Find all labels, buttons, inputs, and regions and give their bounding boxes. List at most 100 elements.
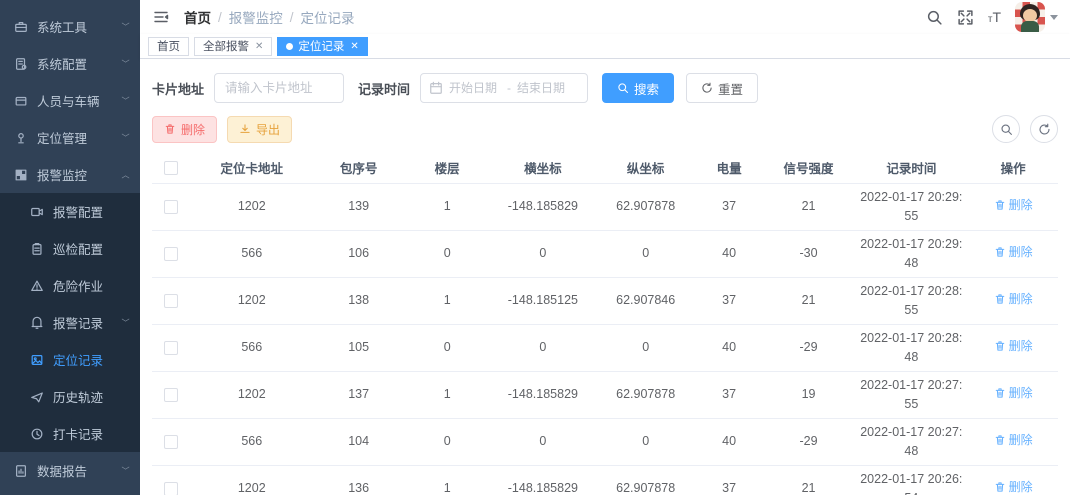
chevron-down-icon: ﹀	[121, 317, 129, 329]
sidebar-item-toolbox[interactable]: 系统工具﹀	[0, 8, 140, 45]
location-manage-icon	[14, 131, 28, 145]
header-search-icon[interactable]	[926, 9, 943, 26]
col-header-battery: 电量	[696, 153, 763, 183]
row-checkbox[interactable]	[164, 388, 178, 402]
sidebar-item-label: 定位记录	[53, 350, 130, 369]
tab-location-records[interactable]: 定位记录 ✕	[277, 37, 367, 56]
row-delete-label: 删除	[1009, 243, 1033, 261]
cell-y: 0	[596, 230, 696, 277]
cell-battery: 37	[696, 277, 763, 324]
sidebar-item-data-report[interactable]: 数据报告﹀	[0, 452, 140, 489]
trash-icon	[164, 123, 176, 135]
cell-x: -148.185829	[490, 371, 596, 418]
tab-all-alarms[interactable]: 全部报警 ✕	[194, 37, 272, 56]
cell-card_address: 1202	[191, 183, 313, 230]
close-icon[interactable]: ✕	[350, 41, 358, 52]
trash-icon	[994, 434, 1006, 446]
sidebar-item-patrol-config[interactable]: 巡检配置	[0, 230, 140, 267]
row-delete-button[interactable]: 删除	[994, 243, 1033, 261]
sidebar-item-alarm-record[interactable]: 报警记录﹀	[0, 304, 140, 341]
sidebar-item-label: 报警记录	[53, 313, 121, 332]
content: 卡片地址 记录时间 - 搜索	[140, 59, 1070, 495]
cell-package_no: 104	[313, 418, 405, 465]
table-search-toggle-button[interactable]	[992, 115, 1020, 143]
font-size-icon[interactable]: тT	[988, 10, 1001, 25]
tab-label: 定位记录	[298, 38, 344, 54]
row-checkbox[interactable]	[164, 294, 178, 308]
cell-package_no: 136	[313, 465, 405, 495]
row-checkbox[interactable]	[164, 435, 178, 449]
sidebar-item-system-config[interactable]: 系统配置﹀	[0, 45, 140, 82]
navbar: 首页 / 报警监控 / 定位记录 тT	[140, 0, 1070, 34]
sidebar-item-location-record[interactable]: 定位记录	[0, 341, 140, 378]
cell-card_address: 1202	[191, 277, 313, 324]
record-time-range-picker[interactable]: -	[420, 73, 588, 103]
sidebar: 系统工具﹀系统配置﹀人员与车辆﹀定位管理﹀报警监控︿报警配置巡检配置危险作业报警…	[0, 0, 140, 495]
cell-package_no: 138	[313, 277, 405, 324]
row-delete-button[interactable]: 删除	[994, 384, 1033, 402]
row-delete-label: 删除	[1009, 290, 1033, 308]
sidebar-item-label: 人员与车辆	[37, 91, 121, 110]
breadcrumb: 首页 / 报警监控 / 定位记录	[184, 7, 355, 27]
close-icon[interactable]: ✕	[255, 41, 263, 52]
breadcrumb-home[interactable]: 首页	[184, 7, 211, 27]
select-all-checkbox[interactable]	[164, 161, 178, 175]
row-delete-label: 删除	[1009, 478, 1033, 495]
fullscreen-icon[interactable]	[957, 9, 974, 26]
table-refresh-button[interactable]	[1030, 115, 1058, 143]
sidebar-item-alarm-monitor[interactable]: 报警监控︿	[0, 156, 140, 193]
cell-x: 0	[490, 418, 596, 465]
row-delete-label: 删除	[1009, 384, 1033, 402]
cell-record_time: 2022-01-17 20:26:54	[854, 465, 968, 495]
search-button[interactable]: 搜索	[602, 73, 674, 103]
col-header-floor: 楼层	[404, 153, 490, 183]
main-area: 首页 / 报警监控 / 定位记录 тT	[140, 0, 1070, 495]
row-delete-button[interactable]: 删除	[994, 337, 1033, 355]
row-checkbox[interactable]	[164, 482, 178, 495]
personnel-vehicle-icon	[14, 94, 28, 108]
cell-battery: 40	[696, 418, 763, 465]
reset-button[interactable]: 重置	[686, 73, 758, 103]
delete-button-label: 删除	[181, 121, 205, 138]
tab-home[interactable]: 首页	[148, 37, 189, 56]
user-menu[interactable]	[1015, 2, 1058, 32]
records-table: 定位卡地址 包序号 楼层 横坐标 纵坐标 电量 信号强度 记录时间 操作 120…	[152, 153, 1058, 495]
search-icon	[617, 82, 629, 94]
row-checkbox[interactable]	[164, 200, 178, 214]
active-dot	[286, 43, 293, 50]
table-header-row: 定位卡地址 包序号 楼层 横坐标 纵坐标 电量 信号强度 记录时间 操作	[152, 153, 1058, 183]
tags-bar: 首页 全部报警 ✕ 定位记录 ✕	[140, 34, 1070, 59]
chevron-down-icon: ﹀	[121, 58, 129, 70]
sidebar-item-label: 历史轨迹	[53, 387, 130, 406]
end-date-input[interactable]	[517, 81, 569, 95]
sidebar-item-history-track[interactable]: 历史轨迹	[0, 378, 140, 415]
delete-button[interactable]: 删除	[152, 116, 217, 143]
sidebar-item-label: 巡检配置	[53, 239, 130, 258]
hamburger-icon[interactable]	[152, 9, 170, 25]
row-delete-button[interactable]: 删除	[994, 290, 1033, 308]
cell-package_no: 139	[313, 183, 405, 230]
row-checkbox[interactable]	[164, 247, 178, 261]
sidebar-menu: 系统工具﹀系统配置﹀人员与车辆﹀定位管理﹀报警监控︿报警配置巡检配置危险作业报警…	[0, 8, 140, 489]
sidebar-item-label: 定位管理	[37, 128, 121, 147]
sidebar-item-danger-work[interactable]: 危险作业	[0, 267, 140, 304]
sidebar-item-location-manage[interactable]: 定位管理﹀	[0, 119, 140, 156]
row-delete-button[interactable]: 删除	[994, 196, 1033, 214]
cell-battery: 40	[696, 230, 763, 277]
row-checkbox[interactable]	[164, 341, 178, 355]
sidebar-item-clock-in[interactable]: 打卡记录	[0, 415, 140, 452]
navbar-right: тT	[926, 2, 1058, 32]
row-delete-button[interactable]: 删除	[994, 431, 1033, 449]
card-address-input[interactable]	[214, 73, 344, 103]
alarm-config-icon	[30, 205, 44, 219]
cell-floor: 1	[404, 371, 490, 418]
export-button[interactable]: 导出	[227, 116, 292, 143]
sidebar-item-label: 危险作业	[53, 276, 130, 295]
row-delete-button[interactable]: 删除	[994, 478, 1033, 495]
app-window: 系统工具﹀系统配置﹀人员与车辆﹀定位管理﹀报警监控︿报警配置巡检配置危险作业报警…	[0, 0, 1070, 495]
alarm-monitor-icon	[14, 168, 28, 182]
cell-card_address: 566	[191, 418, 313, 465]
sidebar-item-alarm-config[interactable]: 报警配置	[0, 193, 140, 230]
start-date-input[interactable]	[449, 81, 501, 95]
sidebar-item-personnel-vehicle[interactable]: 人员与车辆﹀	[0, 82, 140, 119]
